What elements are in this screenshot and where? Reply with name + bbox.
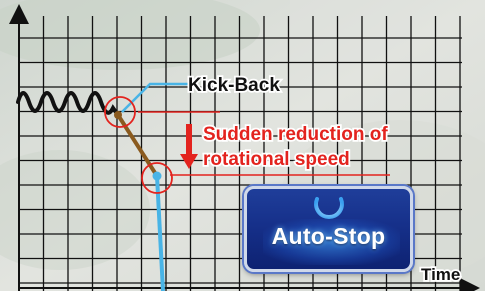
x-axis-label: Time <box>421 265 460 284</box>
drop-arrow-stem <box>186 124 192 156</box>
kickback-label: Kick-Back <box>188 75 280 96</box>
speed-drop-segment <box>116 113 159 178</box>
diagram: Kick-Back Sudden reduction of rotational… <box>0 0 485 291</box>
auto-stop-label: Auto-Stop <box>271 223 386 249</box>
kickback-leader <box>121 82 188 113</box>
reduction-label-line1: Sudden reduction of <box>203 124 388 145</box>
kickback-point <box>114 111 122 119</box>
reduction-label-line2: rotational speed <box>203 149 350 170</box>
auto-stop-button[interactable]: Auto-Stop <box>244 186 413 272</box>
drop-arrow-head <box>180 154 198 169</box>
power-icon <box>314 191 344 219</box>
speed-drop-point <box>152 171 162 181</box>
